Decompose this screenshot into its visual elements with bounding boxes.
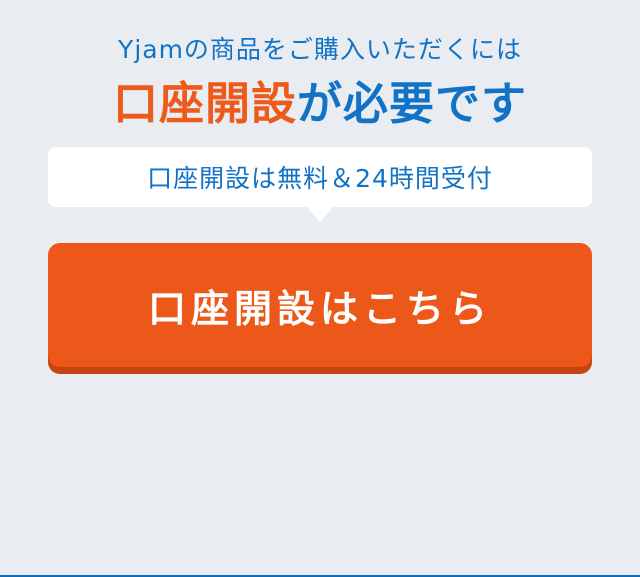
- headline-accent: 口座開設: [112, 77, 297, 130]
- headline: 口座開設が必要です: [0, 76, 640, 132]
- info-bubble: 口座開設は無料＆24時間受付: [48, 147, 592, 207]
- info-bubble-tail: [306, 206, 334, 222]
- account-promo-panel: Yjamの商品をご購入いただくには 口座開設が必要です 口座開設は無料＆24時間…: [0, 0, 640, 577]
- intro-text: Yjamの商品をご購入いただくには: [118, 35, 522, 64]
- open-account-button-label: 口座開設はこちら: [147, 286, 492, 331]
- open-account-button[interactable]: 口座開設はこちら: [48, 243, 592, 367]
- info-bubble-text: 口座開設は無料＆24時間受付: [147, 164, 493, 193]
- headline-rest: が必要です: [297, 77, 528, 130]
